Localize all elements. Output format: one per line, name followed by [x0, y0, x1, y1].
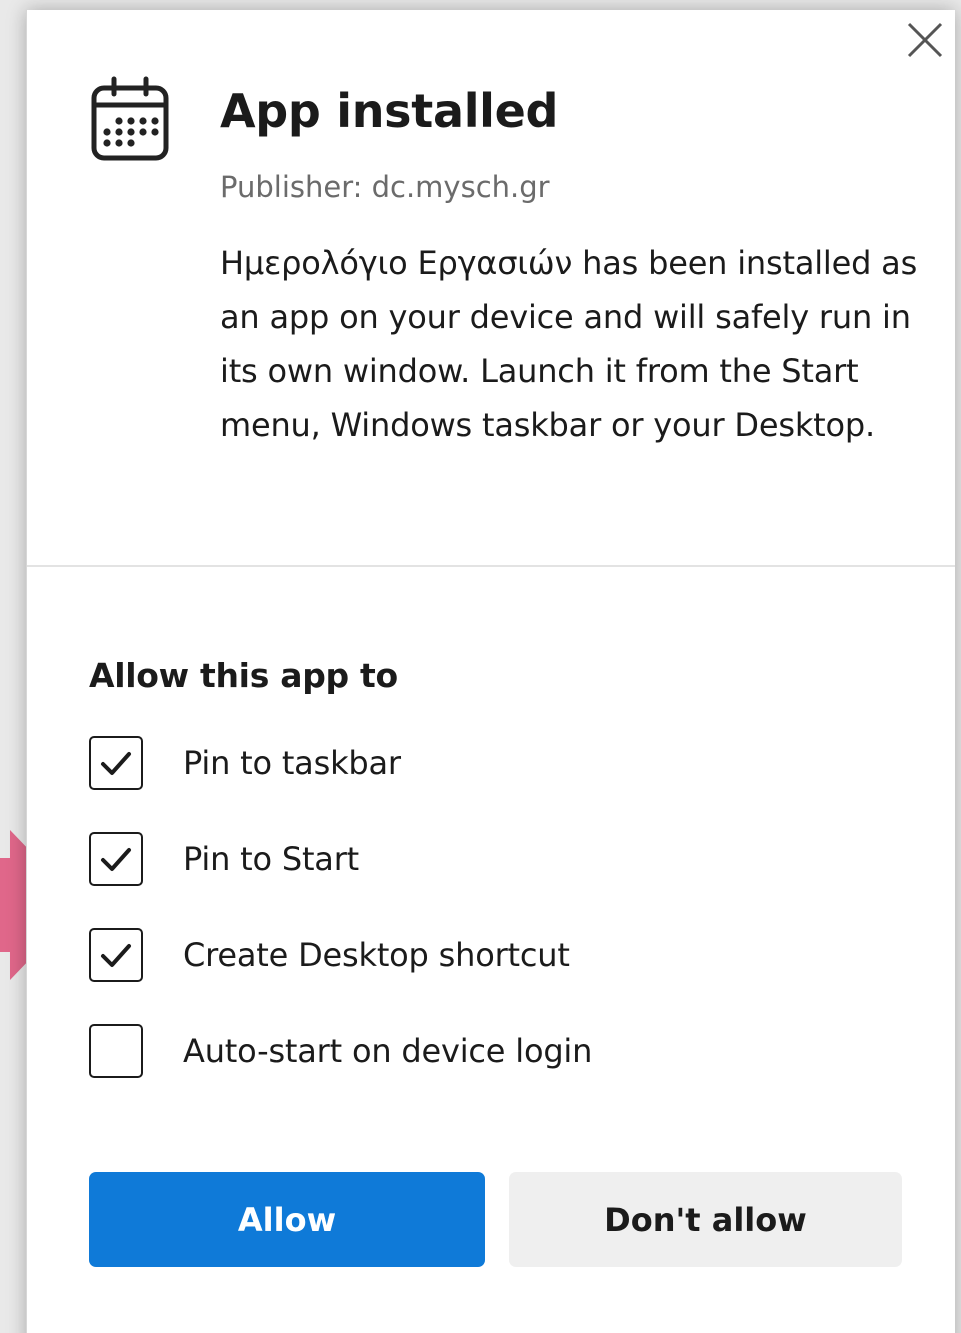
divider — [27, 565, 955, 567]
pin-to-start-checkbox[interactable] — [89, 832, 143, 886]
option-create-desktop-shortcut[interactable]: Create Desktop shortcut — [89, 925, 789, 985]
pin-to-start-label: Pin to Start — [183, 840, 360, 878]
app-installed-dialog: App installed Publisher: dc.mysch.gr Ημε… — [26, 10, 955, 1333]
checkmark-icon — [101, 848, 131, 871]
option-pin-to-taskbar[interactable]: Pin to taskbar — [89, 733, 789, 793]
option-auto-start[interactable]: Auto-start on device login — [89, 1021, 789, 1081]
calendar-icon — [91, 76, 169, 161]
create-desktop-shortcut-checkbox[interactable] — [89, 928, 143, 982]
close-button[interactable] — [903, 18, 947, 62]
screen: App installed Publisher: dc.mysch.gr Ημε… — [0, 0, 961, 1333]
pin-to-taskbar-label: Pin to taskbar — [183, 744, 401, 782]
checkmark-icon — [101, 752, 131, 775]
allow-button[interactable]: Allow — [89, 1172, 485, 1267]
auto-start-label: Auto-start on device login — [183, 1032, 593, 1070]
install-message: Ημερολόγιο Εργασιών has been installed a… — [220, 244, 918, 444]
permissions-heading: Allow this app to — [89, 656, 398, 695]
pin-to-taskbar-checkbox[interactable] — [89, 736, 143, 790]
close-icon — [907, 22, 943, 58]
option-pin-to-start[interactable]: Pin to Start — [89, 829, 789, 889]
publisher-text: Publisher: dc.mysch.gr — [220, 170, 550, 204]
checkmark-icon — [101, 944, 131, 967]
dialog-title: App installed — [220, 84, 559, 138]
create-desktop-shortcut-label: Create Desktop shortcut — [183, 936, 570, 974]
dont-allow-button[interactable]: Don't allow — [509, 1172, 902, 1267]
auto-start-checkbox[interactable] — [89, 1024, 143, 1078]
